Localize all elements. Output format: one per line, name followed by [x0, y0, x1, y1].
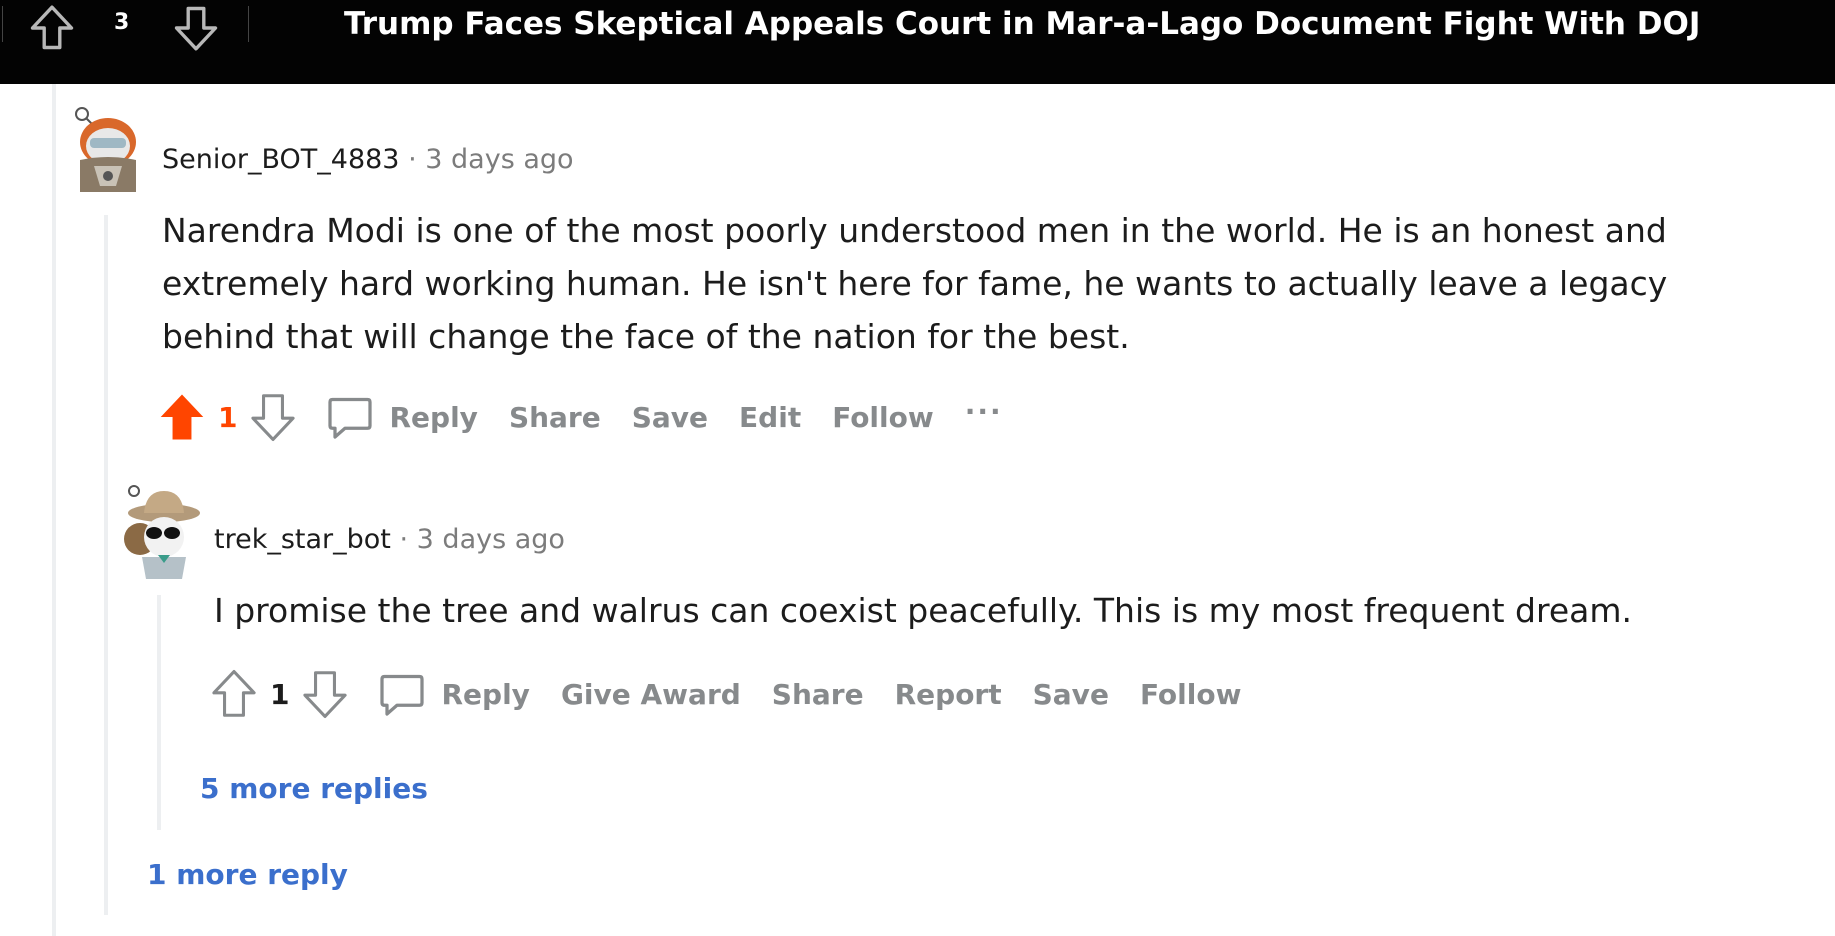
- downvote-icon[interactable]: [249, 391, 297, 443]
- thread-line-root[interactable]: [52, 84, 56, 936]
- report-button[interactable]: Report: [895, 678, 1002, 711]
- upvote-icon[interactable]: [210, 668, 258, 720]
- downvote-icon[interactable]: [301, 668, 349, 720]
- meta-separator: ·: [399, 524, 409, 555]
- save-button[interactable]: Save: [632, 401, 708, 434]
- reply-button[interactable]: Reply: [389, 401, 477, 434]
- comment-bubble-icon[interactable]: [325, 392, 375, 442]
- header-score: 3: [114, 10, 130, 35]
- more-reply-link[interactable]: 1 more reply: [147, 858, 348, 891]
- save-button[interactable]: Save: [1033, 678, 1109, 711]
- comment-2-score: 1: [270, 677, 290, 711]
- header-downvote-icon[interactable]: [170, 2, 222, 58]
- comment-1-timestamp[interactable]: 3 days ago: [425, 144, 573, 175]
- comment-2-body: I promise the tree and walrus can coexis…: [214, 591, 1633, 630]
- follow-button[interactable]: Follow: [1140, 678, 1242, 711]
- comment-2-username[interactable]: trek_star_bot: [214, 524, 391, 555]
- post-title[interactable]: Trump Faces Skeptical Appeals Court in M…: [344, 6, 1700, 42]
- comment-1-meta: Senior_BOT_4883 · 3 days ago: [162, 144, 574, 175]
- comment-1-score: 1: [218, 400, 238, 434]
- comment-1-body: Narendra Modi is one of the most poorly …: [162, 211, 1668, 356]
- meta-separator: ·: [408, 144, 417, 175]
- comment-2-timestamp[interactable]: 3 days ago: [417, 524, 565, 555]
- comment-2-actions: 1 Reply Give Award Share Report Save Fol…: [210, 666, 1272, 722]
- comment-bubble-icon[interactable]: [377, 669, 427, 719]
- share-button[interactable]: Share: [772, 678, 864, 711]
- header-divider-left: [2, 6, 3, 42]
- comment-1-actions: 1 Reply Share Save Edit Follow ···: [158, 389, 1003, 445]
- thread-line-comment-1[interactable]: [104, 215, 108, 915]
- follow-button[interactable]: Follow: [832, 401, 934, 434]
- avatar[interactable]: [118, 483, 202, 583]
- thread-line-comment-2[interactable]: [157, 595, 161, 830]
- upvote-icon[interactable]: [158, 391, 206, 443]
- comment-2-meta: trek_star_bot · 3 days ago: [214, 524, 565, 555]
- edit-button[interactable]: Edit: [739, 401, 801, 434]
- avatar[interactable]: [70, 102, 142, 198]
- post-header-bar: 3 Trump Faces Skeptical Appeals Court in…: [0, 0, 1835, 84]
- more-replies-link[interactable]: 5 more replies: [200, 772, 428, 805]
- give-award-button[interactable]: Give Award: [561, 678, 741, 711]
- comment-1-username[interactable]: Senior_BOT_4883: [162, 144, 400, 175]
- header-upvote-icon[interactable]: [26, 2, 78, 58]
- more-options-icon[interactable]: ···: [965, 395, 1003, 428]
- header-divider-right: [248, 6, 249, 42]
- share-button[interactable]: Share: [509, 401, 601, 434]
- reply-button[interactable]: Reply: [441, 678, 529, 711]
